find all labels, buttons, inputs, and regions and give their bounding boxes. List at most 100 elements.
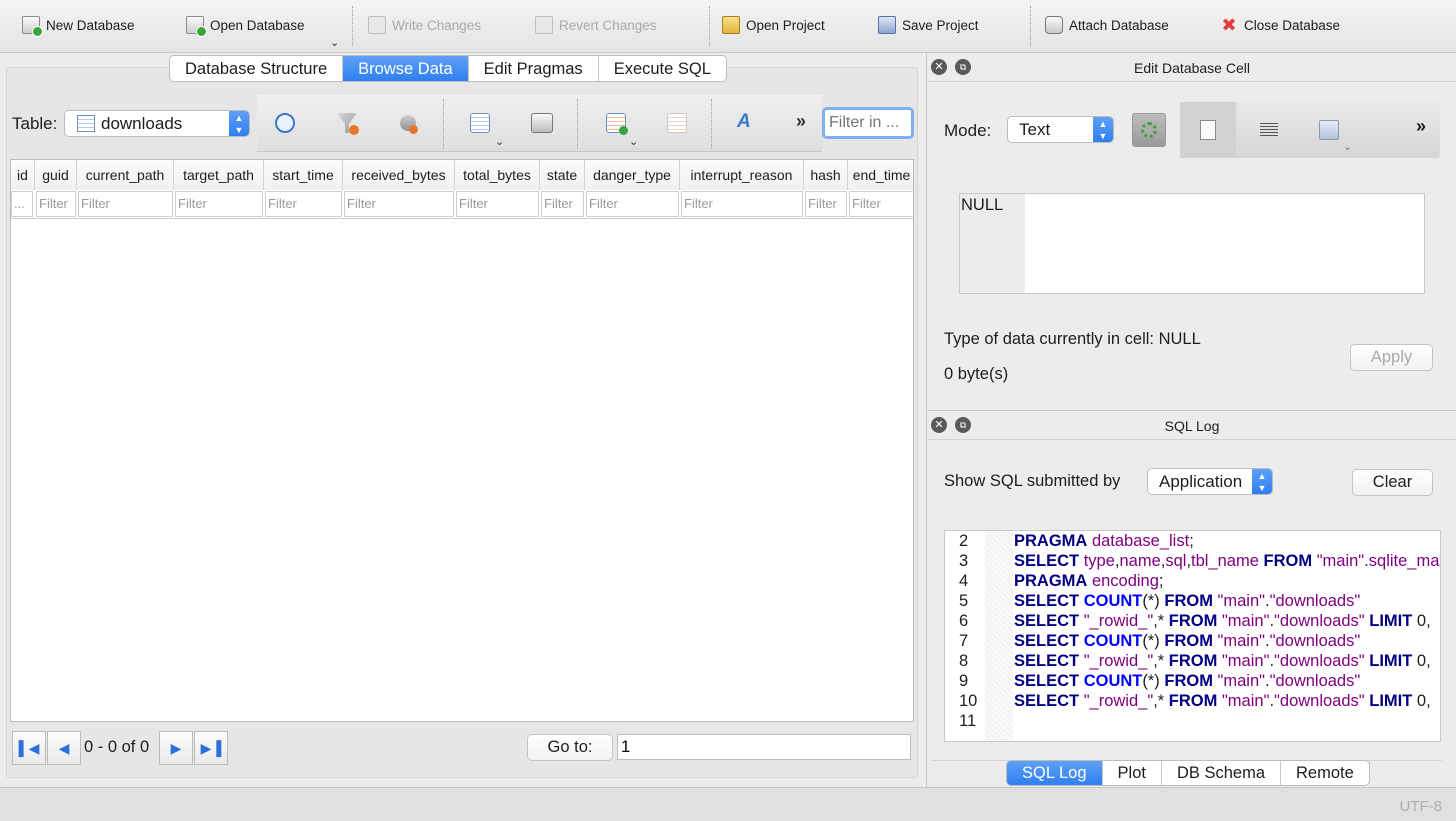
table-select[interactable]: downloads ▲ ▼ — [64, 110, 250, 137]
next-record-button[interactable]: ▶ — [159, 731, 193, 765]
auto-format-button[interactable] — [1132, 113, 1166, 147]
line-number-gutter — [945, 531, 1013, 741]
clear-filters-badge-icon — [349, 125, 359, 135]
line-number: 8 — [959, 652, 969, 670]
mode-label: Mode: — [944, 121, 992, 140]
import-button[interactable] — [1180, 102, 1236, 158]
tab-browse-data[interactable]: Browse Data — [343, 56, 469, 81]
close-database-button[interactable]: ✖ Close Database — [1220, 8, 1340, 42]
open-project-button[interactable]: Open Project — [722, 8, 825, 42]
filter-cell-danger-type[interactable]: Filter — [586, 191, 679, 217]
sql-log-line: SELECT COUNT(*) FROM "main"."downloads" — [1014, 632, 1361, 650]
sql-source-select[interactable]: Application ▲ ▼ — [1147, 468, 1273, 495]
toolbar-separator — [709, 6, 710, 46]
new-record-badge-icon — [619, 126, 628, 135]
previous-record-button[interactable]: ◀ — [47, 731, 81, 765]
browse-toolbar: ⌄ ⌄ A » — [257, 95, 822, 152]
sql-log-line: PRAGMA encoding; — [1014, 572, 1164, 590]
more-tools-icon[interactable]: » — [796, 111, 806, 132]
more-tools-icon[interactable]: » — [1416, 116, 1426, 137]
sql-log-line: SELECT COUNT(*) FROM "main"."downloads" — [1014, 672, 1361, 690]
last-record-button[interactable]: ▶▐ — [194, 731, 228, 765]
new-record-dropdown-icon[interactable]: ⌄ — [629, 135, 638, 148]
save-project-button[interactable]: Save Project — [878, 8, 979, 42]
filter-cell-guid[interactable]: Filter — [36, 191, 76, 217]
chevron-updown-icon: ▲ ▼ — [1093, 117, 1113, 142]
line-number: 7 — [959, 632, 969, 650]
main-toolbar: New Database Open Database ⌄ Write Chang… — [0, 0, 1456, 53]
column-header-guid[interactable]: guid — [35, 160, 77, 190]
sql-log-line: SELECT "_rowid_",* FROM "main"."download… — [1014, 612, 1431, 630]
sql-log-editor[interactable]: 2 3 4 5 6 7 8 9 10 11 PRAGMA database_li… — [944, 530, 1441, 742]
column-header-interrupt-reason[interactable]: interrupt_reason — [680, 160, 804, 190]
filter-cell-total-bytes[interactable]: Filter — [456, 191, 539, 217]
cell-editor[interactable]: NULL — [959, 193, 1425, 294]
filter-cell-id[interactable]: ... — [11, 191, 33, 217]
apply-button[interactable]: Apply — [1350, 344, 1433, 371]
word-wrap-icon[interactable] — [1260, 123, 1278, 137]
filter-cell-target-path[interactable]: Filter — [175, 191, 263, 217]
tab-edit-pragmas[interactable]: Edit Pragmas — [469, 56, 599, 81]
tab-remote[interactable]: Remote — [1281, 761, 1369, 785]
column-header-hash[interactable]: hash — [804, 160, 848, 190]
column-header-id[interactable]: id — [11, 160, 35, 190]
filter-cell-current-path[interactable]: Filter — [78, 191, 173, 217]
save-table-icon[interactable] — [470, 113, 490, 133]
filter-cell-hash[interactable]: Filter — [805, 191, 847, 217]
document-icon — [1200, 120, 1216, 140]
tab-execute-sql[interactable]: Execute SQL — [599, 56, 726, 81]
filter-cell-start-time[interactable]: Filter — [265, 191, 342, 217]
column-header-current-path[interactable]: current_path — [77, 160, 174, 190]
revert-changes-button[interactable]: Revert Changes — [535, 8, 657, 42]
filter-cell-interrupt-reason[interactable]: Filter — [681, 191, 803, 217]
column-header-end-time[interactable]: end_time — [848, 160, 913, 190]
sql-log-line: SELECT type,name,sql,tbl_name FROM "main… — [1014, 552, 1440, 570]
column-header-danger-type[interactable]: danger_type — [585, 160, 680, 190]
attach-database-icon — [1045, 16, 1063, 34]
main-tab-bar: Database Structure Browse Data Edit Prag… — [169, 55, 727, 82]
refresh-icon[interactable] — [275, 113, 295, 133]
toolbar-separator — [443, 99, 444, 149]
status-bar: UTF-8 — [0, 787, 1456, 821]
filter-cell-received-bytes[interactable]: Filter — [344, 191, 454, 217]
delete-record-icon[interactable] — [667, 113, 687, 133]
filter-cell-end-time[interactable]: Filter — [849, 191, 913, 217]
tab-database-structure[interactable]: Database Structure — [170, 56, 344, 81]
tab-sql-log[interactable]: SQL Log — [1007, 761, 1103, 785]
filter-cell-state[interactable]: Filter — [541, 191, 584, 217]
save-table-dropdown-icon[interactable]: ⌄ — [495, 135, 504, 148]
line-number: 5 — [959, 592, 969, 610]
sql-log-line: SELECT "_rowid_",* FROM "main"."download… — [1014, 692, 1431, 710]
chevron-updown-icon: ▲ ▼ — [1252, 469, 1272, 494]
table-label: Table: — [12, 114, 58, 133]
skip-last-icon: ▶▐ — [200, 740, 222, 756]
column-header-total-bytes[interactable]: total_bytes — [455, 160, 540, 190]
cell-type-info: Type of data currently in cell: NULL — [944, 330, 1201, 348]
show-sql-label: Show SQL submitted by — [944, 472, 1121, 490]
new-database-button[interactable]: New Database — [22, 8, 135, 42]
skip-first-icon: ▌◀ — [18, 740, 40, 756]
find-replace-icon[interactable]: A — [737, 111, 751, 133]
tab-plot[interactable]: Plot — [1103, 761, 1162, 785]
goto-input[interactable] — [617, 734, 911, 760]
export-dropdown-icon[interactable]: ⌄ — [1343, 140, 1352, 153]
open-database-dropdown-icon[interactable]: ⌄ — [330, 36, 339, 49]
grid-divider — [11, 218, 913, 219]
column-header-received-bytes[interactable]: received_bytes — [343, 160, 455, 190]
data-grid[interactable]: id guid current_path target_path start_t… — [10, 159, 914, 722]
column-header-target-path[interactable]: target_path — [174, 160, 264, 190]
tab-db-schema[interactable]: DB Schema — [1162, 761, 1282, 785]
column-header-start-time[interactable]: start_time — [264, 160, 343, 190]
attach-database-button[interactable]: Attach Database — [1045, 8, 1169, 42]
first-record-button[interactable]: ▌◀ — [12, 731, 46, 765]
filter-in-table-input[interactable] — [822, 107, 914, 139]
export-icon[interactable] — [1319, 120, 1339, 140]
goto-button[interactable]: Go to: — [527, 734, 613, 761]
write-changes-button[interactable]: Write Changes — [368, 8, 481, 42]
print-icon[interactable] — [531, 113, 553, 133]
line-number: 9 — [959, 672, 969, 690]
clear-log-button[interactable]: Clear — [1352, 469, 1433, 496]
open-database-button[interactable]: Open Database — [186, 8, 305, 42]
column-header-state[interactable]: state — [540, 160, 585, 190]
mode-select[interactable]: Text ▲ ▼ — [1007, 116, 1114, 143]
